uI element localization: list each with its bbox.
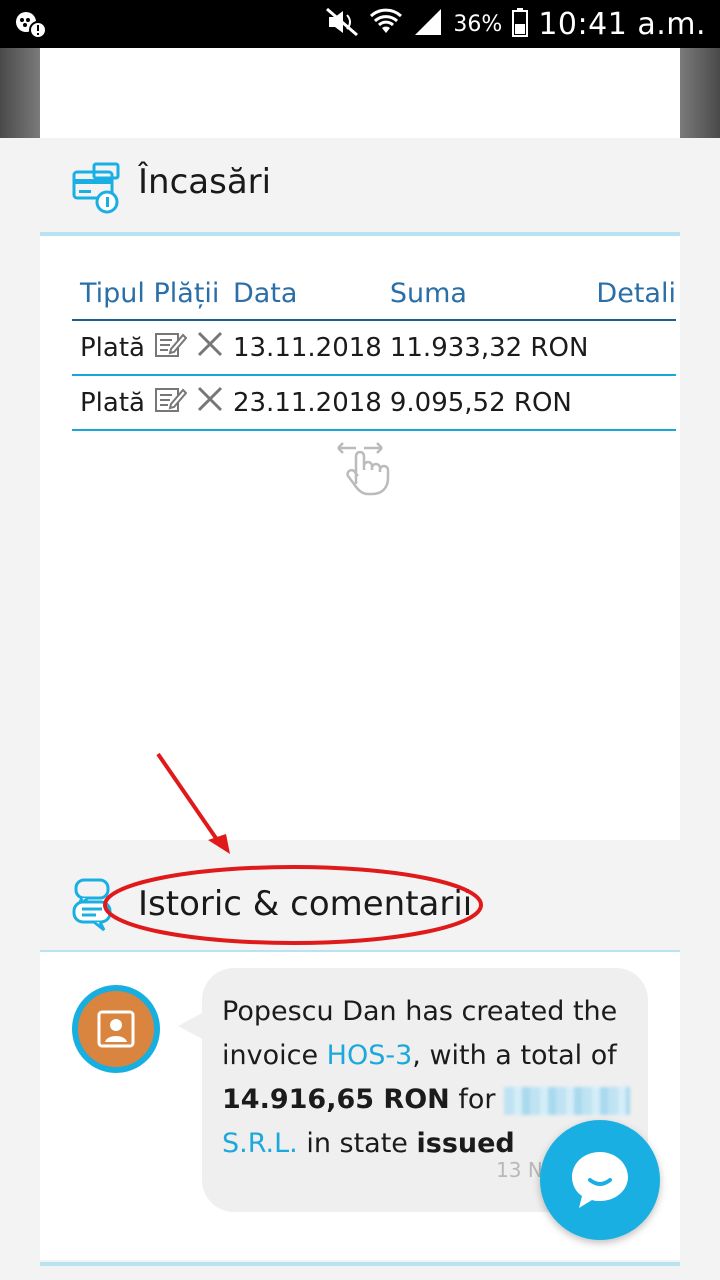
client-link[interactable]: S.R.L. bbox=[222, 1128, 298, 1159]
annotation-ellipse bbox=[103, 865, 483, 945]
payment-details bbox=[588, 320, 676, 376]
status-bar: 36% 10:41 a.m. bbox=[0, 0, 720, 48]
previous-card bbox=[40, 48, 680, 138]
invoice-state: issued bbox=[416, 1128, 515, 1159]
frame-left bbox=[0, 48, 40, 138]
payment-type-label: Plată bbox=[80, 332, 145, 363]
incasari-header: Încasări bbox=[40, 138, 680, 236]
chat-button[interactable] bbox=[540, 1120, 660, 1240]
annotation-arrow bbox=[156, 752, 230, 854]
payments-table: Tipul Plății Data Suma Detali Plată 13.1… bbox=[72, 278, 676, 431]
payment-amount: 11.933,32 RON bbox=[381, 320, 589, 376]
payment-date: 13.11.2018 bbox=[224, 320, 382, 376]
mute-icon bbox=[325, 7, 359, 41]
payment-card-icon bbox=[70, 160, 124, 220]
signal-icon bbox=[413, 7, 443, 41]
swipe-hint-icon bbox=[334, 434, 396, 500]
payment-amount: 9.095,52 RON bbox=[381, 375, 589, 431]
wifi-icon bbox=[369, 7, 403, 41]
invoice-link[interactable]: HOS-3 bbox=[327, 1040, 413, 1071]
comment-text-part: for bbox=[449, 1084, 505, 1115]
notification-icon bbox=[14, 10, 48, 44]
payments-panel: Tipul Plății Data Suma Detali Plată 13.1… bbox=[40, 236, 680, 840]
edit-icon[interactable] bbox=[153, 384, 188, 421]
edit-icon[interactable] bbox=[153, 329, 188, 366]
payment-type-cell: Plată bbox=[72, 375, 225, 431]
clock: 10:41 a.m. bbox=[538, 6, 706, 42]
column-date[interactable]: Data bbox=[224, 278, 382, 321]
comment-text-part: , with a total of bbox=[412, 1040, 617, 1071]
battery-icon bbox=[512, 7, 529, 41]
invoice-total: 14.916,65 RON bbox=[222, 1084, 450, 1115]
column-details[interactable]: Detali bbox=[588, 278, 676, 321]
section-divider bbox=[40, 1262, 680, 1266]
incasari-title: Încasări bbox=[138, 162, 272, 202]
table-row: Plată 23.11.2018 9.095,52 RON bbox=[72, 375, 676, 431]
user-icon bbox=[97, 1010, 135, 1048]
table-row: Plată 13.11.2018 11.933,32 RON bbox=[72, 320, 676, 376]
comment-text-part: in state bbox=[297, 1128, 417, 1159]
payment-type-label: Plată bbox=[80, 387, 145, 418]
payment-date: 23.11.2018 bbox=[224, 375, 382, 431]
delete-icon[interactable] bbox=[195, 329, 225, 366]
delete-icon[interactable] bbox=[195, 384, 225, 421]
bubble-tail bbox=[178, 1012, 204, 1040]
column-amount[interactable]: Suma bbox=[381, 278, 589, 321]
frame-right bbox=[680, 48, 720, 138]
table-header-row: Tipul Plății Data Suma Detali bbox=[72, 278, 676, 321]
battery-percent: 36% bbox=[453, 11, 503, 37]
chat-icon bbox=[572, 1152, 628, 1208]
avatar bbox=[72, 985, 160, 1073]
comment-author: Popescu Dan bbox=[222, 996, 397, 1027]
column-payment-type[interactable]: Tipul Plății bbox=[72, 278, 225, 321]
payment-details bbox=[588, 375, 676, 431]
redacted-client-name bbox=[504, 1086, 631, 1115]
payment-type-cell: Plată bbox=[72, 320, 225, 376]
